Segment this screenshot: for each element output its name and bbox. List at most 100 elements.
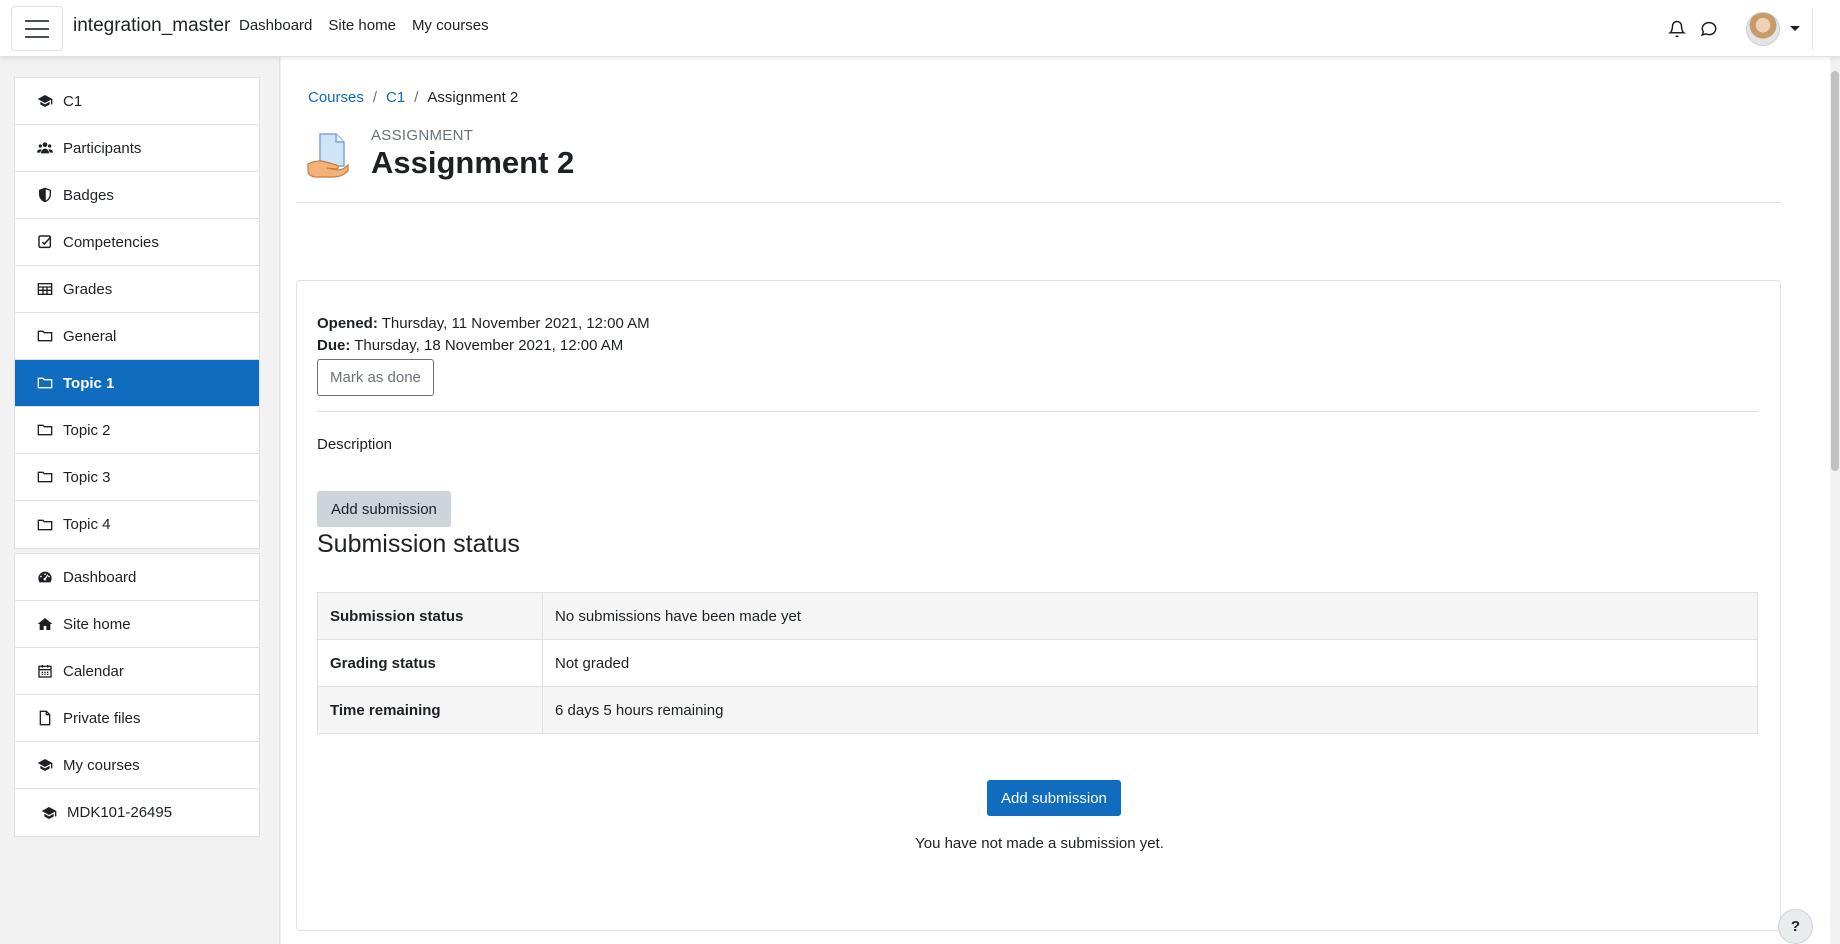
- drawer-item-badges[interactable]: Badges: [15, 172, 259, 219]
- drawer-item-label: Grades: [63, 280, 113, 298]
- table-row: Time remaining 6 days 5 hours remaining: [317, 686, 1758, 734]
- page-content: Courses / C1 / Assignment 2 ASSIGNMENT A…: [281, 57, 1830, 944]
- breadcrumb-separator: /: [414, 89, 419, 106]
- drawer-item-private-files[interactable]: Private files: [15, 695, 259, 742]
- drawer-item-participants[interactable]: Participants: [15, 125, 259, 172]
- assignment-card: Opened: Thursday, 11 November 2021, 12:0…: [296, 280, 1781, 931]
- drawer-item-label: Topic 2: [63, 421, 111, 439]
- add-submission-button[interactable]: Add submission: [987, 780, 1121, 816]
- drawer-item-label: My courses: [63, 756, 140, 774]
- bell-icon[interactable]: [1668, 20, 1686, 38]
- add-submission-button-top[interactable]: Add submission: [317, 491, 451, 527]
- assignment-icon: [307, 133, 349, 178]
- folder-icon: [37, 424, 53, 436]
- table-row: Submission status No submissions have be…: [317, 592, 1758, 640]
- drawer-item-competencies[interactable]: Competencies: [15, 219, 259, 266]
- site-name[interactable]: integration_master: [73, 15, 230, 37]
- submission-status-table: Submission status No submissions have be…: [317, 592, 1758, 734]
- drawer-item-label: Participants: [63, 139, 142, 157]
- navbar-divider: [1812, 8, 1813, 50]
- activity-type-label: ASSIGNMENT: [371, 127, 474, 144]
- breadcrumb-current: Assignment 2: [427, 89, 519, 106]
- file-icon: [39, 710, 51, 726]
- folder-icon: [37, 330, 53, 342]
- drawer-item-label: Topic 1: [63, 374, 115, 392]
- table-row: Grading status Not graded: [317, 639, 1758, 687]
- drawer-item-general[interactable]: General: [15, 313, 259, 360]
- drawer-item-my-courses[interactable]: My courses: [15, 742, 259, 789]
- page-title: Assignment 2: [371, 145, 575, 180]
- breadcrumb-separator: /: [372, 89, 378, 106]
- calendar-icon: [38, 665, 52, 678]
- chat-icon[interactable]: [1700, 20, 1718, 38]
- mark-as-done-button[interactable]: Mark as done: [317, 359, 434, 396]
- drawer-item-label: Badges: [63, 186, 114, 204]
- drawer-item-dashboard[interactable]: Dashboard: [15, 554, 259, 601]
- breadcrumb-course-c1[interactable]: C1: [386, 89, 405, 106]
- folder-icon: [37, 519, 53, 530]
- avatar[interactable]: [1746, 11, 1780, 46]
- folder-icon: [37, 471, 53, 483]
- due-date: Due: Thursday, 18 November 2021, 12:00 A…: [317, 337, 624, 354]
- drawer-item-topic-1[interactable]: Topic 1: [15, 360, 259, 407]
- caret-down-icon[interactable]: [1790, 26, 1800, 31]
- drawer-item-label: Dashboard: [63, 568, 137, 586]
- description-label: Description: [317, 436, 393, 453]
- drawer-item-topic-2[interactable]: Topic 2: [15, 407, 259, 454]
- activity-dates: Opened: Thursday, 11 November 2021, 12:0…: [317, 313, 650, 357]
- drawer-item-grades[interactable]: Grades: [15, 266, 259, 313]
- drawer-item-label: Topic 4: [63, 516, 111, 533]
- drawer-item-course-mdk101[interactable]: MDK101-26495: [15, 789, 259, 836]
- row-value: No submissions have been made yet: [542, 592, 1758, 640]
- breadcrumb: Courses / C1 / Assignment 2: [308, 89, 518, 106]
- course-navigation: C1 Participants Badges Competencies Grad…: [14, 77, 260, 549]
- drawer-item-calendar[interactable]: Calendar: [15, 648, 259, 695]
- drawer-item-site-home[interactable]: Site home: [15, 601, 259, 648]
- graduation-cap-icon: [37, 95, 53, 107]
- help-button[interactable]: ?: [1778, 909, 1813, 944]
- breadcrumb-courses[interactable]: Courses: [308, 89, 364, 106]
- top-navbar: integration_master Dashboard Site home M…: [0, 0, 1840, 57]
- drawer-item-label: Private files: [63, 709, 141, 727]
- opened-date: Opened: Thursday, 11 November 2021, 12:0…: [317, 315, 650, 332]
- home-icon: [37, 618, 53, 630]
- row-label: Submission status: [317, 592, 543, 640]
- drawer-item-label: Competencies: [63, 233, 159, 251]
- nav-link-dashboard[interactable]: Dashboard: [239, 17, 312, 34]
- nav-drawer: C1 Participants Badges Competencies Grad…: [0, 57, 280, 944]
- table-icon: [37, 283, 53, 295]
- graduation-cap-icon: [41, 806, 57, 819]
- user-navigation: [1668, 0, 1840, 57]
- drawer-item-topic-3[interactable]: Topic 3: [15, 454, 259, 501]
- header-divider: [296, 202, 1781, 203]
- primary-navigation: Dashboard Site home My courses: [239, 17, 489, 34]
- hamburger-icon: [25, 19, 49, 22]
- page-scrollbar[interactable]: [1830, 57, 1840, 944]
- nav-link-site-home[interactable]: Site home: [328, 17, 396, 34]
- tachometer-icon: [38, 571, 52, 583]
- drawer-item-label: Site home: [63, 615, 131, 633]
- folder-icon: [37, 377, 53, 389]
- drawer-item-label: Topic 3: [63, 468, 111, 486]
- no-submission-message: You have not made a submission yet.: [915, 835, 1164, 852]
- users-icon: [37, 142, 53, 154]
- drawer-item-c1[interactable]: C1: [15, 78, 259, 125]
- submission-status-heading: Submission status: [317, 530, 520, 558]
- drawer-item-label: C1: [63, 92, 83, 110]
- nav-link-my-courses[interactable]: My courses: [412, 17, 489, 34]
- drawer-toggle-button[interactable]: [11, 6, 63, 51]
- check-square-icon: [38, 235, 52, 249]
- row-label: Grading status: [317, 639, 543, 687]
- shield-icon: [39, 187, 51, 203]
- scrollbar-thumb[interactable]: [1831, 71, 1839, 471]
- row-label: Time remaining: [317, 686, 543, 734]
- drawer-item-label: General: [63, 327, 117, 345]
- row-value: 6 days 5 hours remaining: [542, 686, 1758, 734]
- drawer-item-label: MDK101-26495: [67, 804, 173, 821]
- drawer-item-label: Calendar: [63, 662, 124, 680]
- site-navigation: Dashboard Site home Calendar Private fil…: [14, 553, 260, 837]
- graduation-cap-icon: [37, 759, 53, 771]
- drawer-item-topic-4[interactable]: Topic 4: [15, 501, 259, 548]
- row-value: Not graded: [542, 639, 1758, 687]
- card-divider: [317, 411, 1758, 412]
